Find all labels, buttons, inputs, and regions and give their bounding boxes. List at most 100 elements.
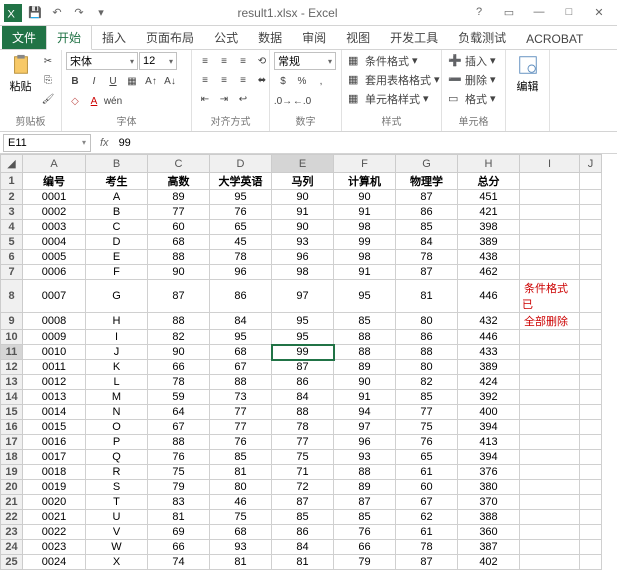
cell[interactable] [520, 405, 580, 420]
row-header-7[interactable]: 7 [1, 265, 23, 280]
cell[interactable]: 0011 [23, 360, 86, 375]
row-header-5[interactable]: 5 [1, 235, 23, 250]
col-header-A[interactable]: A [23, 155, 86, 173]
editing-button[interactable]: 编辑 [510, 52, 545, 96]
conditional-format-button[interactable]: ▦条件格式 ▾ [346, 52, 420, 69]
tab-开始[interactable]: 开始 [46, 25, 92, 50]
cell[interactable]: 90 [148, 265, 210, 280]
cell[interactable]: 93 [210, 540, 272, 555]
cell[interactable]: 0005 [23, 250, 86, 265]
cell[interactable]: 433 [458, 345, 520, 360]
header-cell[interactable]: 马列 [272, 173, 334, 190]
row-header-8[interactable]: 8 [1, 280, 23, 313]
cell[interactable] [520, 345, 580, 360]
merge-icon[interactable]: ⬌ [253, 71, 271, 89]
cell[interactable]: 446 [458, 280, 520, 313]
align-left-icon[interactable]: ≡ [196, 71, 214, 89]
cell[interactable]: 86 [396, 205, 458, 220]
cell[interactable]: V [86, 525, 148, 540]
cell[interactable]: 99 [334, 235, 396, 250]
cell[interactable] [580, 405, 602, 420]
format-as-table-button[interactable]: ▦套用表格格式 ▾ [346, 71, 442, 88]
cell[interactable]: 90 [334, 190, 396, 205]
insert-cells-button[interactable]: ➕插入 ▾ [446, 52, 498, 69]
cell[interactable]: A [86, 190, 148, 205]
cell[interactable]: 66 [148, 540, 210, 555]
cell[interactable]: 66 [334, 540, 396, 555]
cell[interactable]: I [86, 330, 148, 345]
cell[interactable]: 96 [272, 250, 334, 265]
cell[interactable]: 64 [148, 405, 210, 420]
cell[interactable]: M [86, 390, 148, 405]
cell[interactable]: 45 [210, 235, 272, 250]
cell[interactable] [580, 450, 602, 465]
cell[interactable]: 71 [272, 465, 334, 480]
cell[interactable]: 81 [210, 465, 272, 480]
row-header-23[interactable]: 23 [1, 525, 23, 540]
cell[interactable]: 65 [210, 220, 272, 235]
font-color-icon[interactable]: A [85, 92, 103, 110]
cell[interactable]: 0016 [23, 435, 86, 450]
cell[interactable]: 421 [458, 205, 520, 220]
cell[interactable]: 77 [210, 405, 272, 420]
row-header-21[interactable]: 21 [1, 495, 23, 510]
cell[interactable] [520, 250, 580, 265]
cell[interactable]: 96 [210, 265, 272, 280]
cell[interactable]: 0002 [23, 205, 86, 220]
tab-插入[interactable]: 插入 [92, 26, 136, 49]
cell[interactable]: 370 [458, 495, 520, 510]
cell[interactable]: 394 [458, 450, 520, 465]
cell[interactable]: 432 [458, 313, 520, 330]
cell[interactable] [580, 280, 602, 313]
cell[interactable] [520, 220, 580, 235]
row-header-9[interactable]: 9 [1, 313, 23, 330]
cell[interactable]: 59 [148, 390, 210, 405]
cell[interactable]: 68 [210, 345, 272, 360]
cell[interactable]: 81 [210, 555, 272, 570]
cell[interactable]: 46 [210, 495, 272, 510]
indent-inc-icon[interactable]: ⇥ [215, 90, 233, 108]
row-header-19[interactable]: 19 [1, 465, 23, 480]
shrink-font-icon[interactable]: A↓ [161, 72, 179, 90]
tab-视图[interactable]: 视图 [336, 26, 380, 49]
cell[interactable]: 88 [334, 345, 396, 360]
align-mid-icon[interactable]: ≡ [215, 52, 233, 70]
cell[interactable]: 360 [458, 525, 520, 540]
cell[interactable]: 85 [334, 510, 396, 525]
col-header-H[interactable]: H [458, 155, 520, 173]
cell[interactable]: 0020 [23, 495, 86, 510]
cell[interactable]: 87 [272, 495, 334, 510]
cell[interactable]: 91 [272, 205, 334, 220]
cell[interactable]: 0012 [23, 375, 86, 390]
cell[interactable]: 82 [148, 330, 210, 345]
col-header-F[interactable]: F [334, 155, 396, 173]
cell[interactable] [580, 390, 602, 405]
cell[interactable] [520, 420, 580, 435]
cell[interactable]: 462 [458, 265, 520, 280]
cell[interactable]: 89 [334, 360, 396, 375]
cell[interactable]: 77 [148, 205, 210, 220]
cell[interactable]: 0019 [23, 480, 86, 495]
cell[interactable]: 79 [148, 480, 210, 495]
cell[interactable]: F [86, 265, 148, 280]
col-header-J[interactable]: J [580, 155, 602, 173]
cell[interactable]: X [86, 555, 148, 570]
cell[interactable]: 66 [148, 360, 210, 375]
cell[interactable]: H [86, 313, 148, 330]
cell[interactable]: 91 [334, 265, 396, 280]
cell[interactable]: 0024 [23, 555, 86, 570]
excel-icon[interactable]: X [4, 4, 22, 22]
align-right-icon[interactable]: ≡ [234, 71, 252, 89]
cell[interactable]: 402 [458, 555, 520, 570]
close-icon[interactable]: ✕ [585, 6, 613, 19]
cell[interactable]: 78 [210, 250, 272, 265]
cell[interactable]: 76 [396, 435, 458, 450]
row-header-2[interactable]: 2 [1, 190, 23, 205]
orientation-icon[interactable]: ⟲ [253, 52, 271, 70]
row-header-20[interactable]: 20 [1, 480, 23, 495]
cell[interactable]: 78 [272, 420, 334, 435]
cell[interactable]: 78 [396, 250, 458, 265]
cell[interactable]: 62 [396, 510, 458, 525]
cell[interactable]: G [86, 280, 148, 313]
cell[interactable]: 84 [396, 235, 458, 250]
